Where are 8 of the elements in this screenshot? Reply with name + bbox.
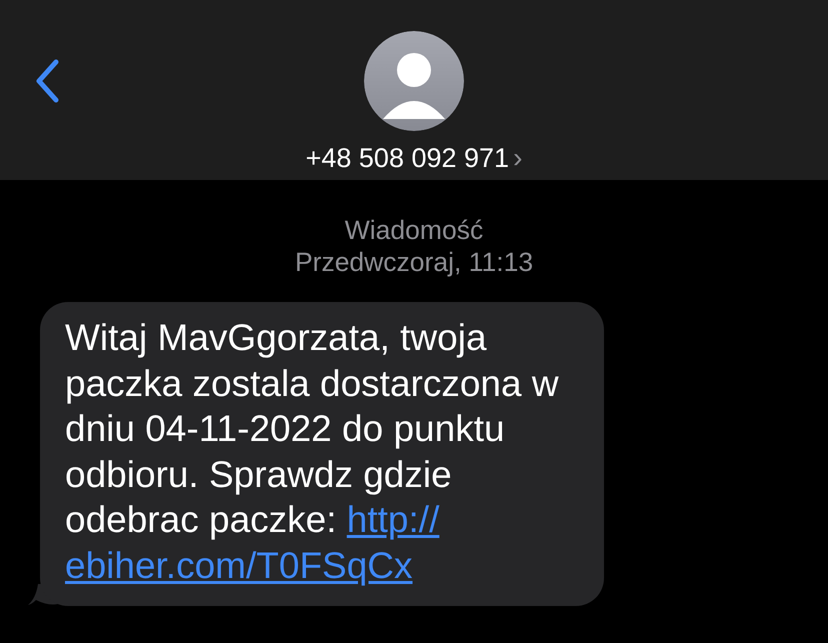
message-timestamp: Przedwczoraj, 11:13 xyxy=(294,246,534,278)
message-link[interactable]: http:// xyxy=(346,499,440,540)
message-link[interactable]: ebiher.com/T0FSqCx xyxy=(65,544,413,586)
chevron-icon[interactable]: › xyxy=(513,144,522,172)
avatar-icon[interactable] xyxy=(364,31,464,131)
message-text: Witaj MavGgorzata, twoja paczka zostala dostarczona w dniu 04-11-2022 do punktu odbioru. Sprawdz gdzie odebrac paczke: http:// ebiher.com/T0FSqCx xyxy=(65,316,560,588)
service-label: Wiadomość xyxy=(344,214,484,246)
contact-name[interactable]: +48 508 092 971 xyxy=(306,143,510,174)
